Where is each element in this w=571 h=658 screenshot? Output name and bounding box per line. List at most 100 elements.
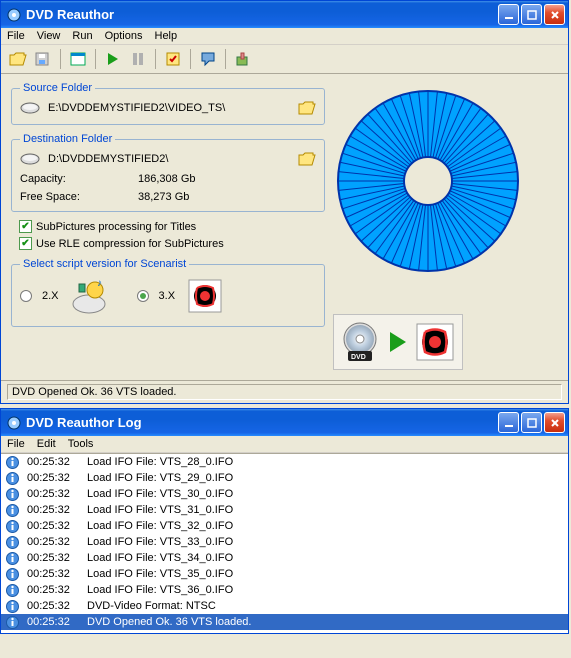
log-time: 00:25:32 <box>27 552 79 564</box>
rle-checkbox[interactable]: ✔ <box>19 237 32 250</box>
info-icon <box>6 488 19 501</box>
info-icon <box>6 456 19 469</box>
svg-text:♪: ♪ <box>97 278 102 289</box>
radio-2x[interactable] <box>20 290 32 302</box>
log-row[interactable]: 00:25:32 DVD Opened Ok. 36 VTS loaded. <box>1 614 568 630</box>
main-statusbar: DVD Opened Ok. 36 VTS loaded. <box>1 380 568 403</box>
log-message: Load IFO File: VTS_28_0.IFO <box>87 456 563 468</box>
info-icon <box>6 520 19 533</box>
main-menubar: File View Run Options Help <box>1 28 568 45</box>
scenarist-group: Select script version for Scenarist 2.X … <box>11 258 325 327</box>
close-button[interactable] <box>544 4 565 25</box>
log-row[interactable]: 00:25:32Load IFO File: VTS_32_0.IFO <box>1 518 568 534</box>
options-checks: ✔SubPictures processing for Titles ✔Use … <box>19 220 325 250</box>
log-time: 00:25:32 <box>27 568 79 580</box>
play-button[interactable] <box>102 48 124 70</box>
browse-dest-button[interactable] <box>298 151 316 167</box>
log-row[interactable]: 00:25:32Load IFO File: VTS_30_0.IFO <box>1 486 568 502</box>
status-text: DVD Opened Ok. 36 VTS loaded. <box>7 384 562 400</box>
log-row[interactable]: 00:25:32 Load IFO File: VTS_28_0.IFO <box>1 454 568 470</box>
log-time: 00:25:32 <box>27 616 79 628</box>
drive-icon <box>20 101 40 115</box>
process-panel: DVD <box>333 314 463 370</box>
log-title: DVD Reauthor Log <box>26 415 142 430</box>
freespace-value: 38,273 Gb <box>138 191 189 203</box>
log-titlebar[interactable]: DVD Reauthor Log <box>1 409 568 436</box>
log-close-button[interactable] <box>544 412 565 433</box>
log-message: Load IFO File: VTS_35_0.IFO <box>87 568 563 580</box>
subpictures-checkbox[interactable]: ✔ <box>19 220 32 233</box>
log-message: Load IFO File: VTS_36_0.IFO <box>87 584 563 596</box>
log-time: 00:25:32 <box>27 584 79 596</box>
log-time: 00:25:32 <box>27 536 79 548</box>
log-window-button[interactable] <box>67 48 89 70</box>
destination-folder-group: Destination Folder D:\DVDDEMYSTIFIED2\ C… <box>11 133 325 212</box>
dest-legend: Destination Folder <box>20 133 115 145</box>
radio-3x[interactable] <box>137 290 149 302</box>
log-menubar: File Edit Tools <box>1 436 568 453</box>
svg-text:DVD: DVD <box>351 354 366 361</box>
log-row[interactable]: 00:25:32 Load IFO File: VTS_33_0.IFO <box>1 534 568 550</box>
log-row[interactable]: 00:25:32 Load IFO File: VTS_36_0.IFO <box>1 582 568 598</box>
info-icon <box>6 552 19 565</box>
log-time: 00:25:32 <box>27 520 79 532</box>
subpictures-label: SubPictures processing for Titles <box>36 221 196 233</box>
main-titlebar[interactable]: DVD Reauthor <box>1 1 568 28</box>
log-row[interactable]: 00:25:32Load IFO File: VTS_29_0.IFO <box>1 470 568 486</box>
info-icon <box>6 536 19 549</box>
help-button[interactable] <box>197 48 219 70</box>
log-app-icon <box>6 415 22 431</box>
drive-icon <box>20 152 40 166</box>
menu-file[interactable]: File <box>7 30 25 42</box>
browse-source-button[interactable] <box>298 100 316 116</box>
main-toolbar <box>1 45 568 74</box>
log-menu-edit[interactable]: Edit <box>37 438 56 450</box>
log-time: 00:25:32 <box>27 600 79 612</box>
menu-options[interactable]: Options <box>105 30 143 42</box>
menu-run[interactable]: Run <box>72 30 92 42</box>
log-menu-tools[interactable]: Tools <box>68 438 94 450</box>
capacity-label: Capacity: <box>20 173 138 185</box>
radio-2x-label: 2.X <box>42 290 59 302</box>
log-time: 00:25:32 <box>27 456 79 468</box>
log-message: DVD Opened Ok. 36 VTS loaded. <box>87 616 563 628</box>
save-settings-button[interactable] <box>32 48 54 70</box>
info-icon <box>6 584 19 597</box>
options-button[interactable] <box>162 48 184 70</box>
dest-path: D:\DVDDEMYSTIFIED2\ <box>48 153 290 165</box>
open-folder-button[interactable] <box>7 48 29 70</box>
log-time: 00:25:32 <box>27 488 79 500</box>
menu-help[interactable]: Help <box>155 30 178 42</box>
log-message: Load IFO File: VTS_31_0.IFO <box>87 504 563 516</box>
scenarist-3x-icon <box>185 276 225 316</box>
log-minimize-button[interactable] <box>498 412 519 433</box>
log-message: Load IFO File: VTS_34_0.IFO <box>87 552 563 564</box>
log-message: Load IFO File: VTS_29_0.IFO <box>87 472 563 484</box>
pause-button[interactable] <box>127 48 149 70</box>
info-icon <box>6 568 19 581</box>
main-panel: Source Folder E:\DVDDEMYSTIFIED2\VIDEO_T… <box>1 74 568 380</box>
log-message: DVD-Video Format: NTSC <box>87 600 563 612</box>
log-list[interactable]: 00:25:32Load IFO File: VTS_28_0.IFO00:25… <box>1 453 568 633</box>
exit-button[interactable] <box>232 48 254 70</box>
source-legend: Source Folder <box>20 82 95 94</box>
menu-view[interactable]: View <box>37 30 61 42</box>
log-window: DVD Reauthor Log File Edit Tools 00:25:3… <box>0 408 569 634</box>
dvd-disc-icon: DVD <box>340 321 382 363</box>
main-title: DVD Reauthor <box>26 7 114 22</box>
source-folder-group: Source Folder E:\DVDDEMYSTIFIED2\VIDEO_T… <box>11 82 325 125</box>
log-menu-file[interactable]: File <box>7 438 25 450</box>
log-row[interactable]: 00:25:32 Load IFO File: VTS_34_0.IFO <box>1 550 568 566</box>
minimize-button[interactable] <box>498 4 519 25</box>
log-message: Load IFO File: VTS_33_0.IFO <box>87 536 563 548</box>
maximize-button[interactable] <box>521 4 542 25</box>
app-icon <box>6 7 22 23</box>
log-row[interactable]: 00:25:32Load IFO File: VTS_31_0.IFO <box>1 502 568 518</box>
arrow-play-icon[interactable] <box>388 330 408 354</box>
log-maximize-button[interactable] <box>521 412 542 433</box>
info-icon <box>6 504 19 517</box>
scenarist-2x-icon: ♪ <box>69 276 109 316</box>
log-row[interactable]: 00:25:32 DVD-Video Format: NTSC <box>1 598 568 614</box>
log-row[interactable]: 00:25:32 Load IFO File: VTS_35_0.IFO <box>1 566 568 582</box>
disc-icon <box>333 86 523 276</box>
